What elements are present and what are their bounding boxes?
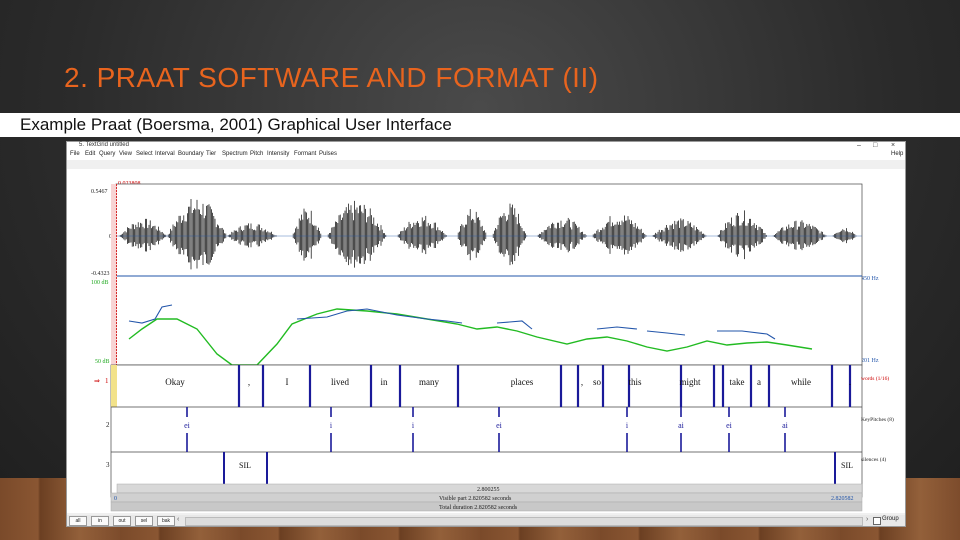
tier1-active-arrow: ⇒ bbox=[94, 377, 100, 385]
menu-pulses[interactable]: Pulses bbox=[319, 151, 337, 157]
maximize-button[interactable]: □ bbox=[873, 142, 877, 149]
group-label: Group bbox=[882, 516, 899, 522]
view-end-label: 2.820582 bbox=[831, 496, 854, 502]
group-checkbox[interactable] bbox=[873, 517, 881, 525]
tier1-name: words (1/16) bbox=[861, 375, 889, 382]
tier1-word-label: might bbox=[679, 377, 701, 387]
minimize-button[interactable]: – bbox=[857, 142, 861, 149]
zoom-back-button[interactable]: bak bbox=[157, 516, 175, 526]
scroll-right-icon[interactable]: › bbox=[866, 516, 868, 523]
window-title: 5. TextGrid untitled bbox=[79, 142, 129, 148]
tier1-number: 1 bbox=[105, 377, 109, 385]
tier3-number: 3 bbox=[106, 461, 110, 469]
tier1-word-label: places bbox=[511, 377, 534, 387]
tier2-point-label: ai bbox=[678, 421, 685, 430]
subtitle-band: Example Praat (Boersma, 2001) Graphical … bbox=[0, 113, 960, 137]
signal-panel-frame bbox=[115, 183, 863, 366]
tier2-point-label: ei bbox=[726, 421, 733, 430]
tier1-word-label: many bbox=[419, 377, 439, 387]
tier1-word-label: in bbox=[380, 377, 388, 387]
wave-max-label: 0.5467 bbox=[91, 189, 108, 195]
pitch-max-label: 450 Hz bbox=[861, 276, 879, 282]
menu-bar: File Edit Query View Select Interval Bou… bbox=[67, 150, 905, 160]
tier1-word-label: a bbox=[757, 377, 761, 387]
window-titlebar: 5. TextGrid untitled – □ × bbox=[67, 142, 905, 150]
tier2-number: 2 bbox=[106, 421, 110, 429]
wave-min-label: -0.4323 bbox=[91, 271, 110, 277]
scroll-left-icon[interactable]: ‹ bbox=[177, 516, 179, 523]
zoom-in-button[interactable]: in bbox=[91, 516, 109, 526]
menu-tier[interactable]: Tier bbox=[206, 151, 216, 157]
menu-file[interactable]: File bbox=[70, 151, 80, 157]
tier1-word-label: , bbox=[581, 377, 583, 387]
tier2-point-label: ei bbox=[496, 421, 503, 430]
menu-select[interactable]: Select bbox=[136, 151, 153, 157]
zoom-all-button[interactable]: all bbox=[69, 516, 87, 526]
sound-textgrid-editor[interactable]: 0.023808 0.5467 0 -0.4323 100 dB 50 dB 4… bbox=[67, 169, 905, 513]
visible-part-text: Visible part 2.820582 seconds bbox=[439, 496, 512, 502]
tier1-word-label: this bbox=[628, 377, 642, 387]
tier3-interval-label: SIL bbox=[239, 461, 251, 470]
zoom-out-button[interactable]: out bbox=[113, 516, 131, 526]
view-start-label: 0 bbox=[114, 496, 117, 502]
tier2-point-label: ei bbox=[184, 421, 191, 430]
tier2-name: KeyPitches (8) bbox=[861, 416, 894, 423]
menu-spectrum[interactable]: Spectrum bbox=[222, 151, 248, 157]
tier1-word-label: I bbox=[286, 377, 289, 387]
menu-query[interactable]: Query bbox=[99, 151, 115, 157]
menu-boundary[interactable]: Boundary bbox=[178, 151, 204, 157]
menu-edit[interactable]: Edit bbox=[85, 151, 95, 157]
total-duration-text: Total duration 2.820582 seconds bbox=[439, 505, 518, 511]
tier1-word-label: , bbox=[248, 377, 250, 387]
intensity-min-label: 50 dB bbox=[95, 359, 110, 365]
tier1-word-label: lived bbox=[331, 377, 349, 387]
tier1-word-label: while bbox=[791, 377, 811, 387]
tier1-word-label: . bbox=[849, 377, 851, 387]
menu-pitch[interactable]: Pitch bbox=[250, 151, 263, 157]
subtitle-text: Example Praat (Boersma, 2001) Graphical … bbox=[20, 115, 452, 134]
tier3-interval-label: SIL bbox=[841, 461, 853, 470]
tier2-point-label: ai bbox=[782, 421, 789, 430]
slide-title: 2. PRAAT SOFTWARE AND FORMAT (II) bbox=[64, 62, 599, 93]
menu-help[interactable]: Help bbox=[891, 151, 903, 157]
tier1-selected-marker bbox=[111, 365, 117, 407]
praat-window: 5. TextGrid untitled – □ × File Edit Que… bbox=[66, 141, 906, 527]
tier1-word-label: so bbox=[593, 377, 602, 387]
menu-interval[interactable]: Interval bbox=[155, 151, 175, 157]
bottom-toolbar: all in out sel bak ‹ › Group bbox=[67, 515, 905, 526]
tier3-name: silences (4) bbox=[861, 456, 886, 463]
selection-duration-text: 2.800255 bbox=[477, 487, 500, 493]
tier1-word-label: take bbox=[730, 377, 745, 387]
close-button[interactable]: × bbox=[891, 142, 895, 149]
menu-intensity[interactable]: Intensity bbox=[267, 151, 289, 157]
pitch-min-label: 201 Hz bbox=[861, 358, 879, 364]
tier1-word-label: Okay bbox=[165, 377, 185, 387]
zoom-selection-button[interactable]: sel bbox=[135, 516, 153, 526]
intensity-max-label: 100 dB bbox=[91, 280, 109, 286]
menu-formant[interactable]: Formant bbox=[294, 151, 316, 157]
horizontal-scrollbar[interactable] bbox=[185, 517, 863, 526]
menu-view[interactable]: View bbox=[119, 151, 132, 157]
